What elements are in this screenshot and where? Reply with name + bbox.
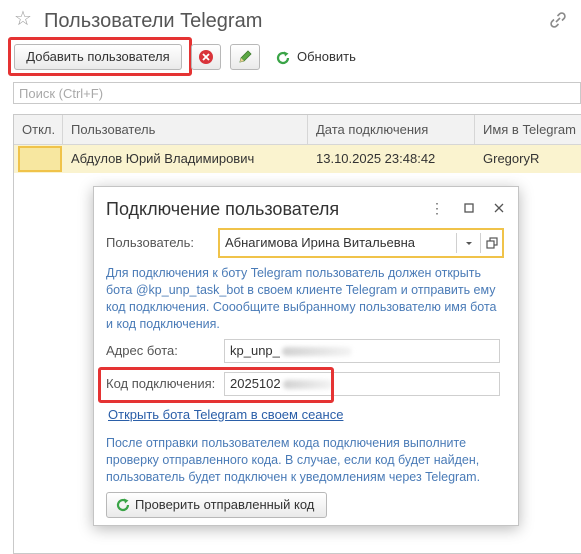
refresh-icon (116, 498, 130, 512)
disabled-cell[interactable] (18, 146, 62, 172)
user-select-value: Абнагимова Ирина Витальевна (225, 235, 416, 250)
open-form-icon[interactable] (483, 234, 501, 252)
table-row[interactable]: Абдулов Юрий Владимирович 13.10.2025 23:… (14, 145, 581, 173)
bot-address-value: kp_unp_ (230, 343, 280, 358)
date-cell: 13.10.2025 23:48:42 (316, 151, 436, 166)
bot-address-label: Адрес бота: (106, 343, 178, 358)
bot-address-field[interactable]: kp_unp_ (224, 339, 500, 363)
dialog-title: Подключение пользователя (106, 199, 340, 219)
refresh-button[interactable]: Обновить (275, 47, 356, 67)
column-header-user[interactable]: Пользователь (63, 115, 308, 145)
after-send-text: После отправки пользователем кода подклю… (106, 436, 481, 484)
link-icon[interactable] (548, 10, 568, 30)
favorite-star-icon[interactable]: ☆ (14, 9, 32, 29)
page-title: Пользователи Telegram (44, 10, 263, 32)
more-menu-icon[interactable]: ⋮ (428, 199, 446, 217)
user-select[interactable]: Абнагимова Ирина Витальевна (218, 228, 504, 258)
add-button-highlight (8, 37, 192, 76)
close-icon[interactable] (490, 199, 508, 217)
open-bot-link-wrap: Открыть бота Telegram в своем сеансе (108, 407, 343, 422)
pencil-icon (239, 50, 252, 63)
edit-button[interactable] (230, 44, 260, 70)
search-input[interactable] (13, 82, 581, 104)
tg-name-cell: GregoryR (483, 151, 540, 166)
column-header-tg-name[interactable]: Имя в Telegram (475, 115, 581, 145)
check-code-label: Проверить отправленный код (135, 497, 315, 512)
user-cell: Абдулов Юрий Владимирович (71, 151, 255, 166)
connect-user-dialog: Подключение пользователя ⋮ Пользователь:… (93, 186, 519, 526)
maximize-icon[interactable] (460, 199, 478, 217)
instructions-text: Для подключения к боту Telegram пользова… (106, 266, 497, 331)
delete-icon (199, 50, 213, 64)
chevron-down-icon[interactable] (460, 234, 478, 252)
refresh-label: Обновить (297, 49, 356, 64)
column-header-disabled[interactable]: Откл. (14, 115, 63, 145)
column-header-date[interactable]: Дата подключения (308, 115, 475, 145)
code-highlight (98, 367, 334, 403)
refresh-icon (276, 51, 290, 64)
redacted-blur (281, 347, 352, 357)
check-code-button[interactable]: Проверить отправленный код (106, 492, 327, 518)
user-label: Пользователь: (106, 235, 194, 250)
open-bot-link[interactable]: Открыть бота Telegram в своем сеансе (108, 407, 343, 422)
delete-button[interactable] (191, 44, 221, 70)
